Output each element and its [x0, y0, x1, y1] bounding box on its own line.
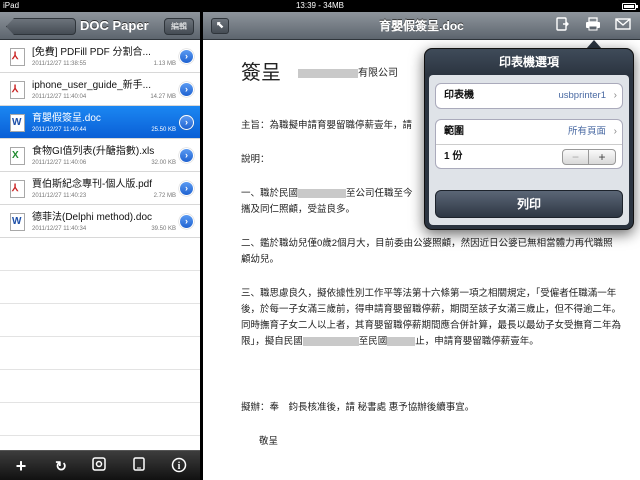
empty-row: [0, 403, 200, 436]
printer-value: usbprinter1: [558, 90, 606, 101]
range-row[interactable]: 範圍 所有頁面 ›: [436, 120, 622, 144]
open-in-icon[interactable]: [553, 17, 573, 35]
printer-group: 印表機 usbprinter1 ›: [435, 83, 623, 109]
file-size: 32.00 KB: [151, 160, 176, 166]
popover-body: 印表機 usbprinter1 › 範圍 所有頁面 › 1 份 − + 列印: [429, 75, 629, 225]
increment-button[interactable]: +: [589, 150, 615, 164]
closing-line: 敬呈: [259, 436, 279, 447]
pdf-file-icon: ⅄: [10, 48, 25, 66]
empty-row: [0, 304, 200, 337]
refresh-icon[interactable]: ↻: [52, 457, 70, 475]
detail-disclosure-icon[interactable]: ›: [179, 214, 194, 229]
word-file-icon: W: [10, 114, 25, 132]
pdf-file-icon: ⅄: [10, 180, 25, 198]
file-name: 食物GI值列表(升醣指數).xls: [32, 146, 155, 157]
copies-row: 1 份 − +: [436, 144, 622, 168]
paragraph-2: 二、鑑於職幼兒僅0歲2個月大，目前委由公婆照顧，然因近日公婆已無相當體力再代職照…: [241, 238, 613, 265]
add-icon[interactable]: +: [12, 457, 30, 475]
detail-disclosure-icon[interactable]: ›: [179, 49, 194, 64]
word-file-icon: W: [10, 213, 25, 231]
info-icon[interactable]: i: [170, 457, 188, 475]
pdf-file-icon: ⅄: [10, 81, 25, 99]
battery-icon: [622, 3, 638, 10]
chevron-right-icon: ›: [613, 90, 617, 101]
file-browser-panel: DOC Paper 編輯 ⅄ [免費] PDFill PDF 分割合... 20…: [0, 12, 200, 480]
settings-icon[interactable]: [90, 457, 108, 475]
file-size: 2.72 MB: [153, 193, 176, 199]
file-date: 2011/12/27 11:40:23: [32, 193, 87, 199]
file-name: 德菲法(Delphi method).doc: [32, 212, 153, 223]
detail-disclosure-icon[interactable]: ›: [179, 82, 194, 97]
printer-row[interactable]: 印表機 usbprinter1 ›: [436, 84, 622, 108]
file-row[interactable]: ⅄ 賈伯斯紀念專刊-個人版.pdf 2011/12/27 11:40:23 2.…: [0, 172, 200, 205]
decrement-button[interactable]: −: [563, 150, 589, 164]
edit-button[interactable]: 編輯: [164, 18, 194, 35]
detail-disclosure-icon[interactable]: ›: [179, 148, 194, 163]
mail-icon[interactable]: [613, 17, 633, 35]
copies-label: 1 份: [444, 151, 463, 162]
back-button[interactable]: [6, 18, 76, 35]
detail-disclosure-icon[interactable]: ›: [179, 115, 194, 130]
status-bar: iPad 13:39 - 34MB: [0, 0, 640, 12]
file-name: [免費] PDFill PDF 分割合...: [32, 47, 151, 58]
print-button[interactable]: 列印: [435, 190, 623, 218]
file-row[interactable]: X 食物GI值列表(升醣指數).xls 2011/12/27 11:40:06 …: [0, 139, 200, 172]
file-name: 賈伯斯紀念專刊-個人版.pdf: [32, 179, 153, 190]
paragraph-3: 三、職思慮良久，擬依據性別工作平等法第十六條第一項之相關規定，「受僱者任職滿一年…: [241, 288, 622, 347]
status-info: 13:39 - 34MB: [295, 1, 345, 10]
document-title: 育嬰假簽呈.doc: [379, 19, 464, 33]
printer-options-popover: 印表機選項 印表機 usbprinter1 › 範圍 所有頁面 › 1 份 − …: [424, 48, 634, 230]
printer-icon[interactable]: [583, 17, 603, 35]
file-date: 2011/12/27 11:40:06: [32, 160, 87, 166]
bottom-toolbar: + ↻ i: [0, 450, 200, 480]
proposal-line: 擬辦：奉 鈞長核准後，請 秘書處 惠予協辦後續事宜。: [241, 402, 475, 413]
file-row[interactable]: ⅄ iphone_user_guide_新手... 2011/12/27 11:…: [0, 73, 200, 106]
file-size: 25.50 KB: [151, 127, 176, 133]
file-row[interactable]: W 德菲法(Delphi method).doc 2011/12/27 11:4…: [0, 205, 200, 238]
detail-disclosure-icon[interactable]: ›: [179, 181, 194, 196]
file-size: 39.50 KB: [151, 226, 176, 232]
expand-icon[interactable]: ⬉: [211, 18, 229, 34]
file-date: 2011/12/27 11:40:34: [32, 226, 87, 232]
copies-stepper[interactable]: − +: [562, 149, 616, 165]
popover-title: 印表機選項: [425, 49, 633, 75]
file-list: ⅄ [免費] PDFill PDF 分割合... 2011/12/27 11:3…: [0, 40, 200, 436]
chevron-right-icon: ›: [613, 126, 617, 137]
file-row-selected[interactable]: W 育嬰假簽呈.doc 2011/12/27 11:40:44 25.50 KB…: [0, 106, 200, 139]
file-date: 2011/12/27 11:38:55: [32, 61, 87, 67]
company-line: 有限公司: [298, 64, 398, 79]
file-name: 育嬰假簽呈.doc: [32, 113, 101, 124]
empty-row: [0, 238, 200, 271]
app-title: DOC Paper: [80, 18, 149, 33]
left-navigation-bar: DOC Paper 編輯: [0, 12, 200, 40]
empty-row: [0, 271, 200, 304]
empty-row: [0, 370, 200, 403]
file-size: 14.27 MB: [150, 94, 176, 100]
range-label: 範圍: [444, 126, 464, 137]
file-date: 2011/12/27 11:40:04: [32, 94, 87, 100]
printer-label: 印表機: [444, 90, 474, 101]
file-name: iphone_user_guide_新手...: [32, 80, 151, 91]
document-navigation-bar: 育嬰假簽呈.doc ⬉: [203, 12, 640, 40]
options-group: 範圍 所有頁面 › 1 份 − +: [435, 119, 623, 169]
file-date: 2011/12/27 11:40:44: [32, 127, 87, 133]
device-icon[interactable]: [130, 457, 148, 475]
redacted-text: [298, 68, 358, 78]
range-value: 所有頁面: [567, 126, 606, 137]
document-heading: 簽呈: [241, 62, 281, 84]
file-row[interactable]: ⅄ [免費] PDFill PDF 分割合... 2011/12/27 11:3…: [0, 40, 200, 73]
excel-file-icon: X: [10, 147, 25, 165]
file-size: 1.13 MB: [153, 61, 176, 67]
empty-row: [0, 337, 200, 370]
svg-text:i: i: [178, 461, 181, 472]
